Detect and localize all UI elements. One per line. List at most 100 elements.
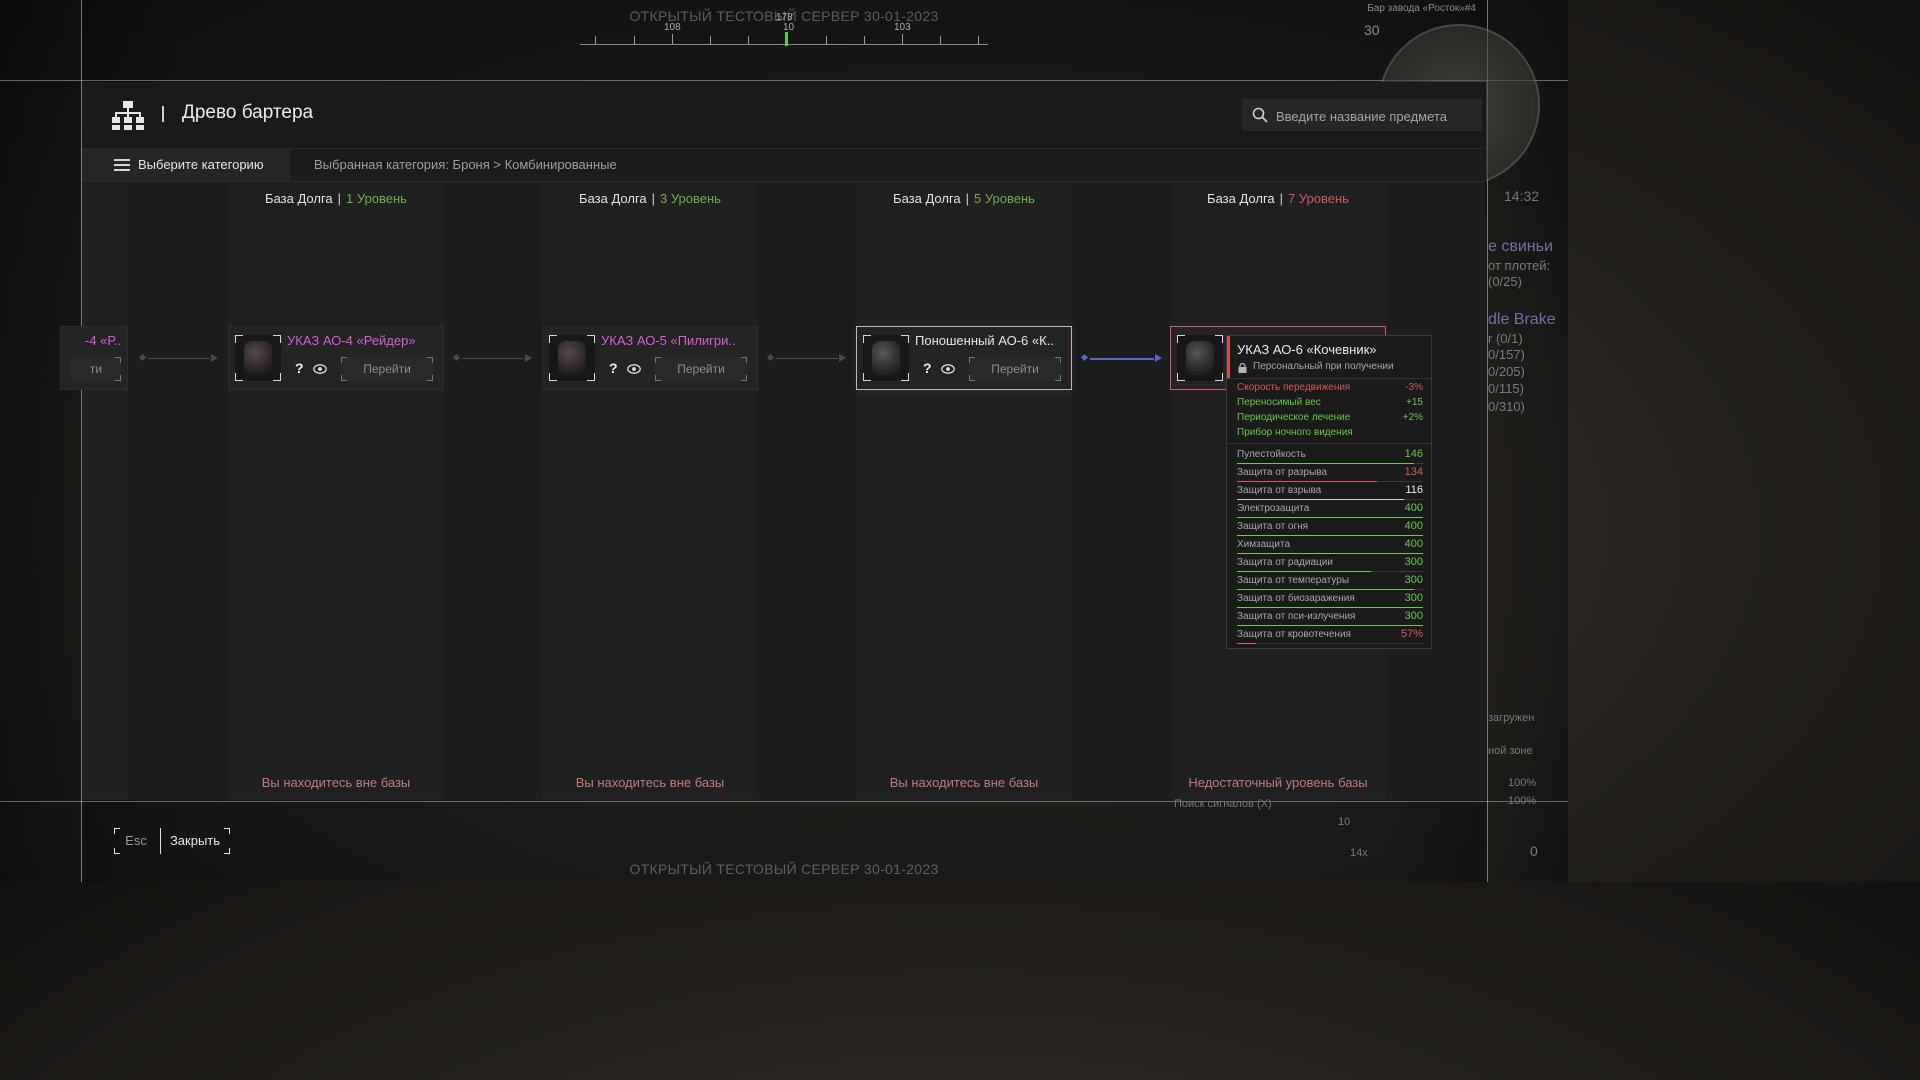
quest-text: 0/157) [1488, 347, 1525, 362]
base-name: База Долга [893, 191, 961, 206]
stat-name: Химзащита [1237, 539, 1291, 550]
column-status: Вы находитесь вне базы [889, 775, 1039, 790]
signal-search-hint: Поиск сигналов (X) [1174, 798, 1272, 810]
tooltip-effect: Прибор ночного видения [1237, 427, 1353, 438]
close-label: Закрыть [169, 833, 221, 848]
grenade-count: 0 [1530, 843, 1538, 859]
select-category-button[interactable]: Выберите категорию [82, 149, 290, 181]
barter-item-card[interactable]: Поношенный АО-6 «К.. ? Перейти [856, 326, 1072, 390]
quest-text: от плотей: [1488, 258, 1551, 273]
frame-line-bottom [0, 801, 1568, 802]
tree-connector [452, 353, 532, 362]
eye-icon[interactable] [313, 362, 327, 376]
item-name: -4 «Р.. [85, 333, 121, 348]
tooltip-item-name: УКАЗ АО-6 «Кочевник» [1237, 342, 1377, 357]
item-thumbnail [549, 335, 595, 381]
stat-name: Защита от огня [1237, 521, 1309, 532]
selected-category-path: Выбранная категория: Броня > Комбинирова… [314, 157, 617, 172]
item-name: УКАЗ АО-5 «Пилигри.. [601, 333, 736, 348]
item-tooltip: УКАЗ АО-6 «Кочевник» Персональный при по… [1226, 335, 1432, 649]
level-label: 5 Уровень [974, 191, 1035, 206]
column-header: База Долга | 7 Уровень [1207, 191, 1349, 206]
status-text: ной зоне [1488, 745, 1533, 757]
compass-label: 103 [894, 22, 911, 33]
base-name: База Долга [1207, 191, 1275, 206]
armor-icon [1186, 341, 1214, 375]
goto-button[interactable]: Перейти [341, 357, 433, 381]
stat-value: 400 [1404, 538, 1423, 550]
barter-item-card-partial[interactable]: -4 «Р.. ти [60, 326, 128, 390]
barter-item-card[interactable]: УКАЗ АО-5 «Пилигри.. ? Перейти [542, 326, 758, 390]
level-label: 3 Уровень [660, 191, 721, 206]
column-status: Недостаточный уровень базы [1188, 775, 1368, 790]
ammo-count: 10 [1338, 816, 1351, 828]
base-name: База Долга [579, 191, 647, 206]
tree-column: База Долга | 3 Уровень Вы находитесь вне б… [542, 184, 758, 799]
select-category-label: Выберите категорию [138, 157, 264, 172]
stat-value: 400 [1404, 520, 1423, 532]
eye-icon[interactable] [627, 362, 641, 376]
stat-bar-track [1237, 643, 1423, 644]
stat-value: 300 [1404, 556, 1423, 568]
location-label: Бар завода «Росток»#4 [1367, 3, 1476, 14]
tooltip-stat-row: Защита от разрыва 134 [1237, 465, 1423, 483]
page-title: Древо бартера [182, 102, 314, 123]
column-status: Вы находитесь вне базы [261, 775, 411, 790]
armor-icon [558, 341, 586, 375]
server-watermark-bottom: ОТКРЫТЫЙ ТЕСТОВЫЙ СЕРВЕР 30-01-2023 [629, 861, 939, 877]
compass-label: 108 [664, 22, 681, 33]
question-icon[interactable]: ? [923, 360, 932, 376]
question-icon[interactable]: ? [609, 360, 618, 376]
hud-counter: 30 [1364, 22, 1380, 38]
stat-bar-fill [1237, 553, 1423, 554]
question-icon[interactable]: ? [295, 360, 304, 376]
tree-connector [766, 353, 846, 362]
armor-icon [244, 341, 272, 375]
quest-text: r (0/1) [1488, 331, 1523, 346]
tree-connector [138, 353, 218, 362]
close-button[interactable]: Закрыть [160, 828, 230, 854]
tooltip-effect: Переносимый вес +15 [1237, 397, 1423, 408]
panel-header: Древо бартера [82, 82, 1486, 149]
status-text: загружен [1488, 712, 1535, 724]
quest-text: (0/25) [1488, 274, 1522, 289]
goto-label: Перейти [677, 362, 725, 376]
search-box[interactable] [1242, 99, 1482, 133]
tree-column: База Долга | 5 Уровень Вы находитесь вне б… [856, 184, 1072, 799]
stat-value: 400 [1404, 502, 1423, 514]
quest-text: 0/115) [1488, 381, 1524, 396]
barter-item-card[interactable]: УКАЗ АО-4 «Рейдер» ? Перейти [228, 326, 444, 390]
goto-label: Перейти [363, 362, 411, 376]
lock-icon [1238, 363, 1247, 373]
goto-button[interactable]: Перейти [655, 357, 747, 381]
stat-bar-fill [1237, 463, 1414, 464]
stat-bar-fill [1237, 517, 1423, 518]
stat-name: Электрозащита [1237, 503, 1310, 514]
search-input[interactable] [1274, 99, 1478, 133]
barter-tree-icon [112, 101, 144, 130]
tooltip-divider [1227, 378, 1431, 379]
quest-text: dle Brake [1488, 311, 1556, 328]
zoom-level: 14x [1350, 847, 1368, 859]
column-header: База Долга | 3 Уровень [579, 191, 721, 206]
stat-bar-fill [1237, 499, 1405, 500]
stat-value: 57% [1400, 628, 1423, 640]
goto-button[interactable]: ти [71, 357, 121, 381]
tooltip-personal-note: Персональный при получении [1253, 361, 1394, 372]
stat-bar-fill [1237, 607, 1423, 608]
tooltip-effect: Скорость передвижения -3% [1237, 382, 1423, 393]
goto-label: Перейти [991, 362, 1039, 376]
menu-icon [114, 159, 130, 171]
tooltip-effect: Периодическое лечение +2% [1237, 412, 1423, 423]
goto-label: ти [89, 362, 103, 376]
eye-icon[interactable] [941, 362, 955, 376]
stat-name: Защита от кровотечения [1237, 629, 1351, 640]
stat-value: 134 [1404, 466, 1423, 478]
status-percent: 100% [1508, 795, 1537, 807]
goto-button[interactable]: Перейти [969, 357, 1061, 381]
compass-needle [785, 32, 788, 46]
stat-name: Защита от температуры [1237, 575, 1350, 586]
title-separator [162, 106, 164, 122]
esc-label: Esc [125, 833, 147, 848]
tooltip-stat-row: Химзащита 400 [1237, 537, 1423, 555]
